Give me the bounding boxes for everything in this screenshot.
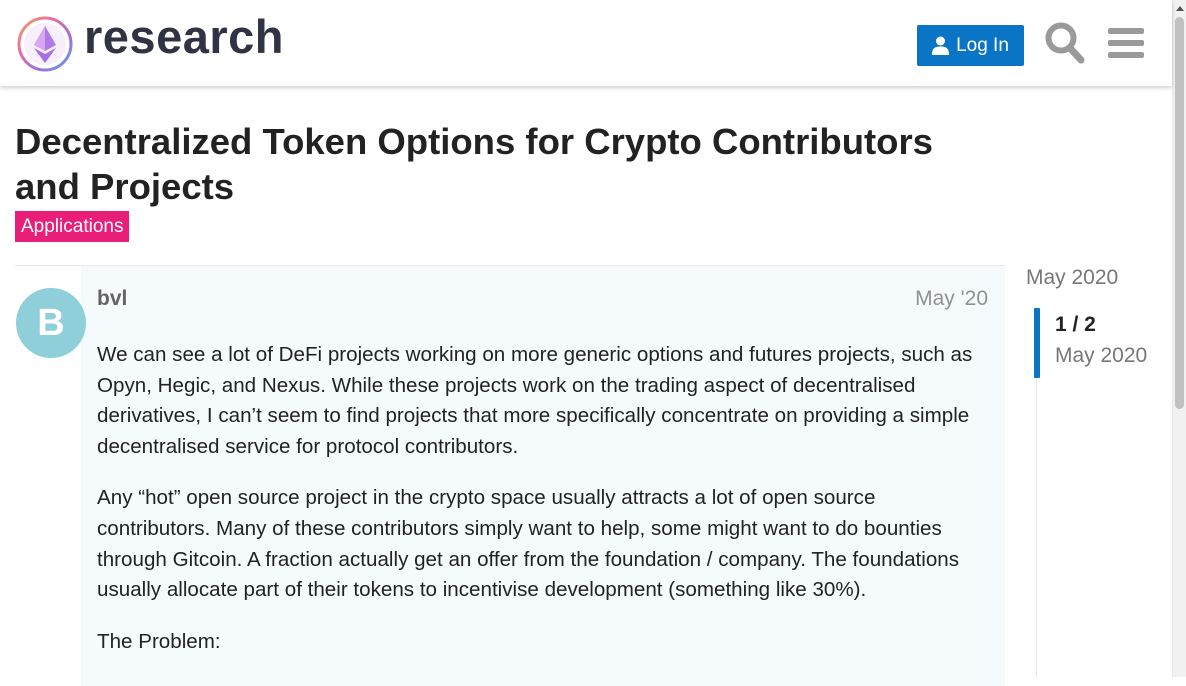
- post-author-username[interactable]: bvl: [97, 287, 127, 311]
- timeline-position: 1 / 2: [1055, 313, 1096, 336]
- ethereum-research-logo-icon: [17, 16, 73, 72]
- category-badge[interactable]: Applications: [15, 211, 130, 242]
- scrollbar-thumb[interactable]: [1175, 17, 1184, 409]
- timeline-start-date[interactable]: May 2020: [1026, 266, 1118, 290]
- post-content: We can see a lot of DeFi projects workin…: [97, 340, 991, 678]
- post-paragraph: Any “hot” open source project in the cry…: [97, 486, 960, 602]
- site-logo[interactable]: research: [16, 10, 284, 73]
- login-button[interactable]: Log In: [917, 25, 1024, 66]
- timeline-current-date: May 2020: [1055, 344, 1148, 367]
- post-date[interactable]: May '20: [915, 287, 988, 311]
- page-scrollbar[interactable]: [1172, 0, 1186, 677]
- site-header: research Log In: [0, 0, 1172, 86]
- avatar[interactable]: B: [16, 288, 86, 358]
- search-icon[interactable]: [1044, 21, 1086, 65]
- login-label: Log In: [956, 34, 1009, 56]
- timeline-handle[interactable]: [1034, 308, 1040, 378]
- site-name: research: [84, 10, 284, 63]
- post-body-container: bvl May '20 We can see a lot of DeFi pro…: [81, 266, 1005, 686]
- hamburger-menu-icon[interactable]: [1105, 21, 1147, 65]
- topic-title[interactable]: Decentralized Token Options for Crypto C…: [15, 119, 1005, 209]
- post-paragraph: We can see a lot of DeFi projects workin…: [97, 343, 973, 458]
- post-paragraph: The Problem:: [97, 629, 221, 653]
- scroll-up-arrow-icon[interactable]: [1176, 6, 1184, 11]
- user-icon: [932, 36, 950, 55]
